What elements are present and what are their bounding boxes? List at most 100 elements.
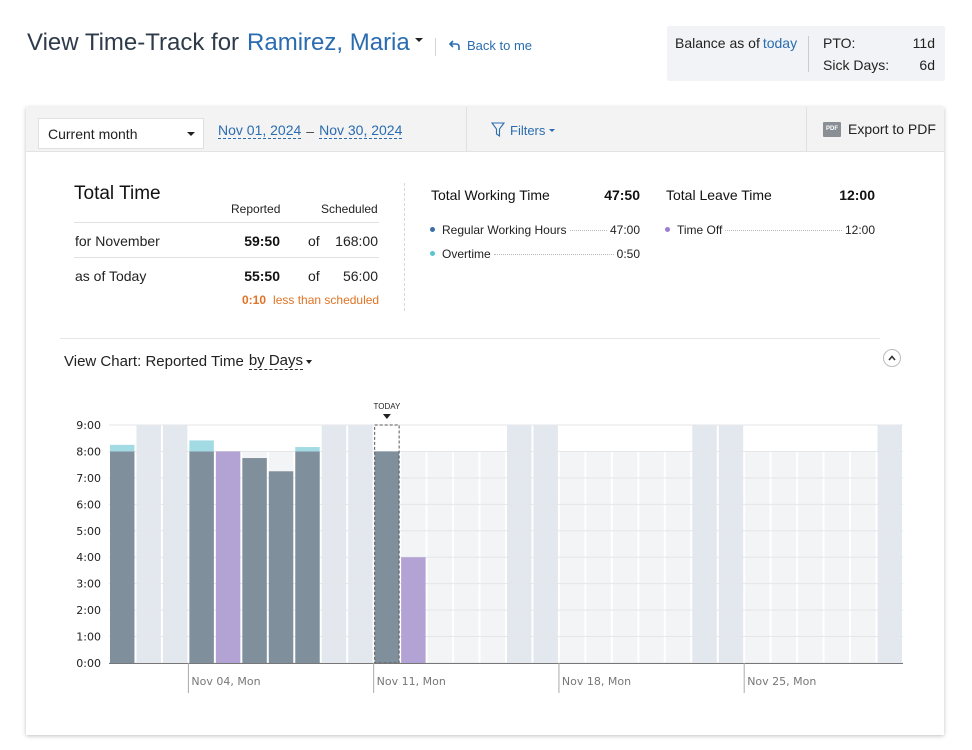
toolbar: Current month Nov 01, 2024 – Nov 30, 202… bbox=[26, 107, 944, 152]
weekend-column bbox=[162, 425, 188, 663]
legend-item-time-off: Time Off 12:00 bbox=[665, 223, 875, 237]
working-time-title: Total Working Time bbox=[431, 187, 550, 203]
weekend-column bbox=[321, 425, 347, 663]
leader-dots bbox=[569, 230, 607, 231]
page-title: View Time-Track for Ramirez, Maria bbox=[27, 29, 423, 57]
legend-label: Time Off bbox=[677, 223, 723, 237]
bar-regular-working-hours bbox=[268, 471, 294, 663]
chevron-up-icon bbox=[888, 355, 896, 361]
total-time-title: Total Time bbox=[74, 183, 161, 204]
period-select[interactable]: Current month bbox=[38, 118, 204, 149]
divider bbox=[435, 38, 436, 56]
legend-dot bbox=[430, 251, 435, 256]
chevron-down-icon bbox=[549, 128, 556, 132]
difference-value: 0:10 bbox=[242, 293, 267, 307]
balance-label-text: Balance as of bbox=[675, 35, 760, 51]
bar-time-off bbox=[215, 451, 241, 663]
y-tick-label: 9:00 bbox=[76, 419, 101, 432]
export-label: Export to PDF bbox=[848, 121, 936, 137]
balance-item-value: 11d bbox=[912, 35, 935, 51]
chart-header: View Chart: Reported Time by Days bbox=[64, 353, 313, 370]
legend-value: 12:00 bbox=[844, 223, 875, 237]
x-tick-label: Nov 04, Mon bbox=[191, 675, 260, 688]
legend-dot bbox=[665, 227, 670, 232]
balance-panel: Balance as of today PTO: 11d Sick Days: 6… bbox=[667, 26, 945, 81]
y-tick-label: 4:00 bbox=[76, 551, 101, 564]
divider bbox=[74, 257, 379, 258]
scheduled-value: 56:00 bbox=[342, 268, 378, 284]
export-pdf-button[interactable]: PDF Export to PDF bbox=[823, 121, 936, 137]
legend-dot bbox=[430, 227, 435, 232]
divider bbox=[60, 338, 880, 339]
legend-item-overtime: Overtime 0:50 bbox=[430, 247, 640, 261]
weekend-column bbox=[136, 425, 161, 663]
filters-button[interactable]: Filters bbox=[491, 122, 556, 138]
filters-label: Filters bbox=[510, 122, 546, 138]
bar-regular-working-hours bbox=[242, 458, 267, 663]
weekend-column bbox=[692, 425, 717, 663]
y-tick-label: 3:00 bbox=[76, 578, 101, 591]
scheduled-value: 168:00 bbox=[335, 233, 378, 249]
filter-icon bbox=[491, 122, 505, 138]
collapse-chart-button[interactable] bbox=[883, 349, 901, 367]
y-tick-label: 5:00 bbox=[76, 525, 101, 538]
back-to-me-link[interactable]: Back to me bbox=[449, 38, 532, 53]
today-arrow-icon bbox=[382, 414, 391, 419]
schedule-difference: 0:10 less than scheduled bbox=[242, 293, 379, 307]
reported-value: 55:50 bbox=[244, 268, 280, 284]
weekend-column bbox=[718, 425, 744, 663]
chart-mode-dropdown[interactable]: by Days bbox=[248, 353, 304, 370]
legend-label: Overtime bbox=[442, 247, 491, 261]
employee-name: Ramirez, Maria bbox=[247, 29, 410, 56]
today-label: TODAY bbox=[373, 402, 400, 411]
legend-item-regular: Regular Working Hours 47:00 bbox=[430, 223, 640, 237]
bar-time-off bbox=[401, 557, 426, 663]
balance-item-label: PTO: bbox=[823, 35, 856, 51]
chevron-down-icon bbox=[414, 37, 423, 42]
weekend-column bbox=[533, 425, 558, 663]
bar-regular-working-hours bbox=[110, 451, 135, 663]
weekend-column bbox=[507, 425, 532, 663]
legend-value: 0:50 bbox=[616, 247, 640, 261]
bar-overtime bbox=[295, 447, 320, 452]
row-label: for November bbox=[75, 233, 160, 249]
chevron-down-icon bbox=[187, 132, 195, 136]
date-from-picker[interactable]: Nov 01, 2024 bbox=[218, 123, 302, 139]
reported-time-chart: 0:00 1:00 2:00 3:00 4:00 5:00 6:00 7:00 8:00 9:00… bbox=[76, 402, 903, 693]
divider bbox=[808, 36, 809, 72]
timetrack-card: Current month Nov 01, 2024 – Nov 30, 202… bbox=[26, 107, 944, 735]
y-tick-label: 7:00 bbox=[76, 472, 101, 485]
bar-regular-working-hours bbox=[189, 451, 214, 663]
divider bbox=[466, 107, 467, 152]
balance-pto: PTO: 11d bbox=[823, 35, 935, 51]
bar-regular-working-hours bbox=[295, 451, 320, 663]
date-range: Nov 01, 2024 – Nov 30, 2024 bbox=[218, 123, 403, 139]
leader-dots bbox=[725, 230, 842, 231]
pdf-icon: PDF bbox=[823, 121, 841, 137]
divider bbox=[74, 222, 379, 223]
date-separator: – bbox=[306, 123, 315, 139]
x-tick-label: Nov 25, Mon bbox=[747, 675, 816, 688]
balance-as-of-link[interactable]: today bbox=[763, 35, 797, 51]
bar-overtime bbox=[110, 444, 135, 452]
chart-header-prefix: View Chart: bbox=[64, 353, 142, 370]
col-scheduled: Scheduled bbox=[321, 202, 378, 216]
y-tick-label: 1:00 bbox=[76, 631, 101, 644]
x-tick-label: Nov 18, Mon bbox=[562, 675, 631, 688]
date-to-picker[interactable]: Nov 30, 2024 bbox=[319, 123, 403, 139]
difference-text: less than scheduled bbox=[273, 293, 380, 307]
back-arrow-icon bbox=[449, 40, 460, 50]
leave-time-title: Total Leave Time bbox=[666, 187, 772, 203]
y-tick-label: 2:00 bbox=[76, 604, 101, 617]
divider bbox=[404, 183, 405, 311]
working-time-total: 47:50 bbox=[604, 187, 640, 203]
y-tick-label: 0:00 bbox=[76, 657, 101, 670]
chevron-down-icon bbox=[306, 359, 313, 364]
employee-selector[interactable]: Ramirez, Maria bbox=[247, 29, 423, 57]
bar-regular-working-hours bbox=[374, 451, 400, 663]
x-tick-label: Nov 11, Mon bbox=[377, 675, 446, 688]
y-tick-label: 6:00 bbox=[76, 498, 101, 511]
y-tick-label: 8:00 bbox=[76, 445, 101, 458]
row-label: as of Today bbox=[75, 268, 147, 284]
chart-metric: Reported Time bbox=[145, 353, 244, 370]
